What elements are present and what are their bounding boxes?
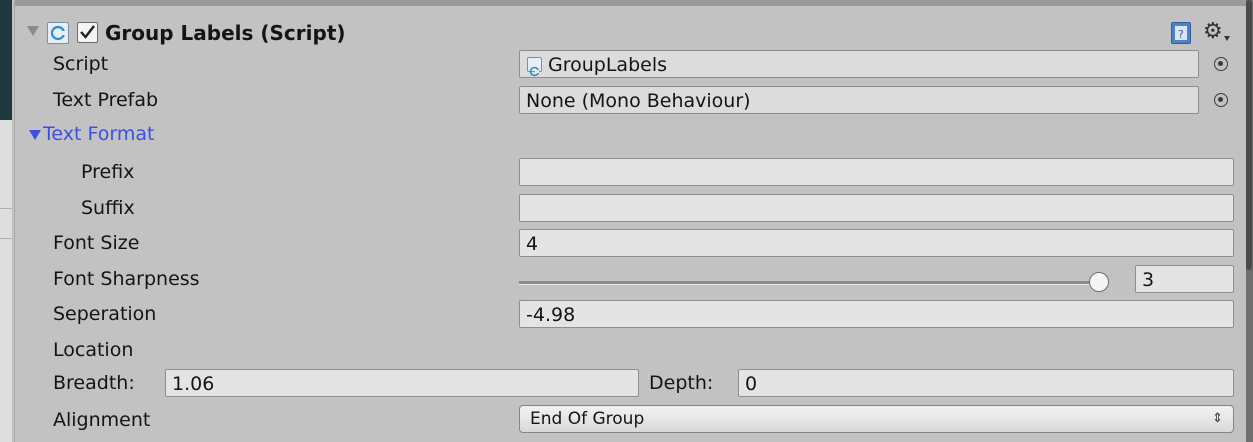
seperation-input[interactable]: -4.98	[519, 300, 1234, 328]
header-border	[15, 0, 1246, 6]
row-font-sharpness: Font Sharpness 3	[15, 262, 1246, 296]
row-font-size: Font Size 4	[15, 226, 1246, 260]
script-label: Script	[53, 53, 109, 75]
script-object-picker-icon[interactable]	[1214, 57, 1228, 71]
alignment-dropdown[interactable]: End Of Group ⇕	[519, 405, 1234, 433]
prefix-input[interactable]	[519, 158, 1234, 186]
left-panel-edge	[0, 0, 12, 120]
seperation-label: Seperation	[53, 303, 157, 325]
depth-input[interactable]: 0	[738, 369, 1234, 397]
csharp-script-icon	[47, 22, 69, 44]
csharp-script-small-icon	[527, 57, 542, 77]
row-suffix: Suffix	[15, 191, 1246, 225]
location-label: Location	[53, 339, 134, 361]
suffix-label: Suffix	[81, 197, 135, 219]
row-alignment: Alignment End Of Group ⇕	[15, 403, 1246, 437]
left-panel-edge-lower	[0, 120, 12, 442]
svg-text:?: ?	[1178, 28, 1184, 41]
suffix-input[interactable]	[519, 194, 1234, 222]
font-size-input[interactable]: 4	[519, 229, 1234, 257]
row-seperation: Seperation -4.98	[15, 297, 1246, 331]
font-sharpness-input[interactable]: 3	[1135, 265, 1234, 293]
breadth-value: 1.06	[172, 373, 215, 395]
text-format-label: Text Format	[43, 123, 155, 145]
foldout-arrow-icon[interactable]	[27, 26, 39, 36]
component-title: Group Labels (Script)	[105, 21, 346, 45]
scrollbar-thumb[interactable]	[1246, 0, 1252, 270]
row-location-values: Breadth: 1.06 Depth: 0	[15, 366, 1246, 400]
help-book-icon[interactable]: ?	[1171, 22, 1191, 44]
row-prefix: Prefix	[15, 155, 1246, 189]
depth-value: 0	[745, 373, 758, 395]
gear-icon[interactable]: ⚙	[1203, 18, 1223, 46]
text-prefab-label: Text Prefab	[53, 89, 159, 111]
inspector-scrollbar[interactable]	[1245, 0, 1253, 442]
breadth-input[interactable]: 1.06	[165, 369, 639, 397]
font-size-value: 4	[526, 233, 539, 255]
gear-dropdown-icon[interactable]	[1224, 36, 1230, 41]
font-sharpness-value: 3	[1142, 269, 1155, 291]
row-location: Location	[15, 333, 1246, 367]
text-prefab-value: None (Mono Behaviour)	[526, 90, 751, 112]
text-prefab-field[interactable]: None (Mono Behaviour)	[519, 86, 1199, 114]
script-field[interactable]: GroupLabels	[519, 50, 1199, 78]
component-header[interactable]: Group Labels (Script) ? ⚙	[15, 16, 1246, 50]
prefix-label: Prefix	[81, 161, 135, 183]
text-format-foldout-icon[interactable]	[29, 130, 41, 140]
row-script: Script GroupLabels	[15, 47, 1246, 81]
text-prefab-object-picker-icon[interactable]	[1214, 93, 1228, 107]
seperation-value: -4.98	[526, 304, 576, 326]
script-value: GroupLabels	[548, 54, 668, 76]
breadth-label: Breadth:	[53, 372, 135, 394]
alignment-label: Alignment	[53, 409, 151, 431]
enabled-checkbox-icon[interactable]	[77, 22, 98, 43]
row-text-prefab: Text Prefab None (Mono Behaviour)	[15, 83, 1246, 117]
font-sharpness-slider-track[interactable]	[519, 281, 1109, 285]
depth-label: Depth:	[649, 372, 714, 394]
font-sharpness-slider-thumb[interactable]	[1089, 272, 1109, 292]
component-inspector: Group Labels (Script) ? ⚙ Script GroupLa…	[14, 0, 1246, 442]
font-sharpness-label: Font Sharpness	[53, 268, 200, 290]
row-text-format[interactable]: Text Format	[15, 117, 1246, 151]
dropdown-arrows-icon: ⇕	[1212, 411, 1223, 426]
font-size-label: Font Size	[53, 232, 140, 254]
alignment-value: End Of Group	[530, 409, 645, 429]
